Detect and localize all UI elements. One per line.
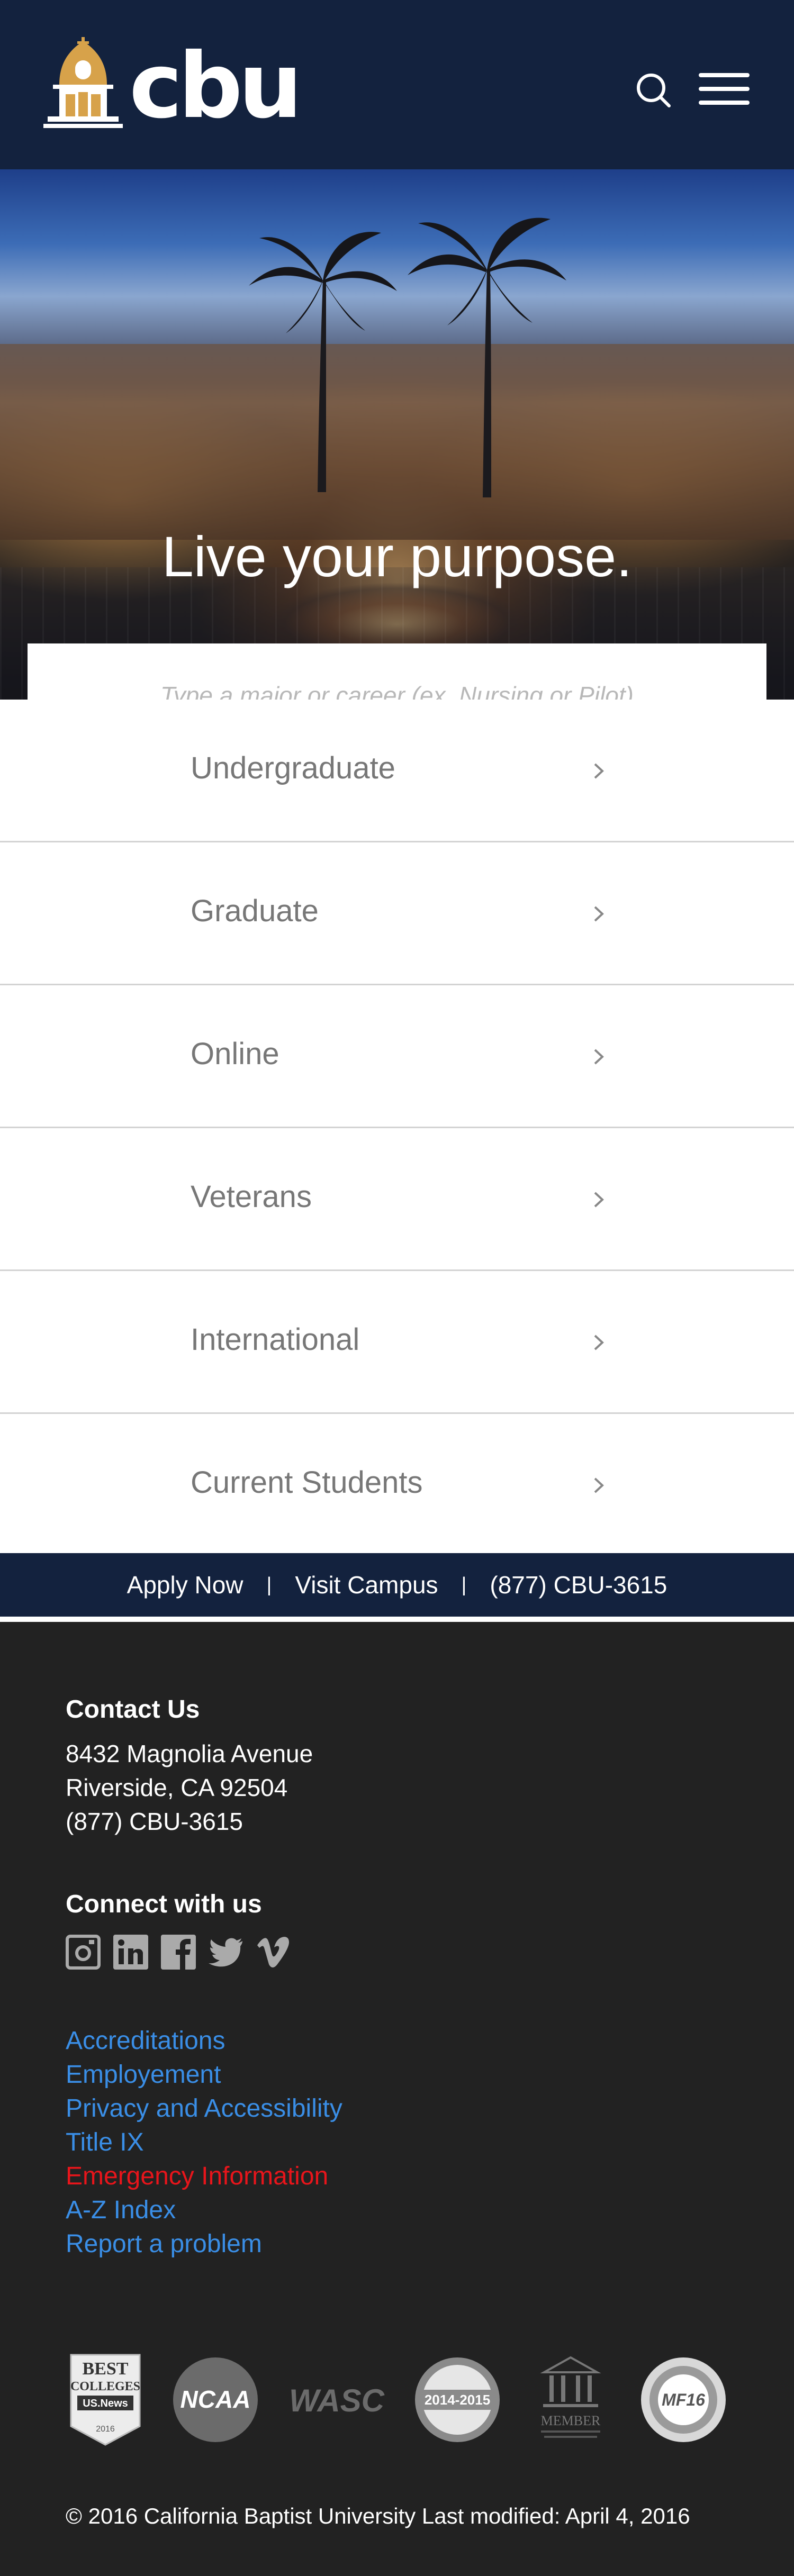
- badge-text: 2014-2015: [425, 2392, 490, 2408]
- apply-now-link[interactable]: Apply Now: [127, 1571, 243, 1599]
- connect-section: Connect with us: [66, 1890, 304, 1970]
- major-search-input[interactable]: [28, 643, 766, 700]
- nav-item-current-students[interactable]: Current Students: [0, 1414, 794, 1553]
- address-line: Riverside, CA 92504: [66, 1774, 288, 1801]
- chevron-right-icon: [594, 1049, 604, 1065]
- nav-item-label: Undergraduate: [191, 751, 395, 785]
- contact-section: Contact Us 8432 Magnolia Avenue Riversid…: [66, 1695, 313, 1838]
- badge-text: MF16: [662, 2390, 705, 2409]
- instagram-icon[interactable]: [66, 1935, 101, 1970]
- connect-heading: Connect with us: [66, 1890, 262, 1918]
- nav-item-undergraduate[interactable]: Undergraduate: [0, 700, 794, 842]
- menu-button[interactable]: [699, 73, 750, 105]
- colleges-of-distinction-badge: 2014-2015: [415, 2357, 500, 2442]
- ncaa-logo: NCAA: [173, 2357, 258, 2442]
- social-links: [66, 1935, 304, 1970]
- employement-link[interactable]: Employement: [66, 2058, 342, 2092]
- search-icon: [637, 74, 671, 107]
- nav-item-international[interactable]: International: [0, 1271, 794, 1414]
- a-z-index-link[interactable]: A-Z Index: [66, 2193, 342, 2227]
- nav-item-label: International: [191, 1322, 360, 1357]
- report-problem-link[interactable]: Report a problem: [66, 2227, 342, 2261]
- hamburger-line: [699, 101, 750, 105]
- cta-separator: |: [461, 1573, 467, 1596]
- program-nav-list: Undergraduate Graduate Online Veterans I…: [0, 700, 794, 1553]
- emergency-information-link[interactable]: Emergency Information: [66, 2160, 342, 2193]
- palm-tree-image: [408, 217, 566, 497]
- badge-text: WASC: [289, 2383, 385, 2418]
- hamburger-line: [699, 87, 750, 91]
- chevron-right-icon: [594, 906, 604, 922]
- search-button[interactable]: [634, 71, 672, 109]
- cta-bar: Apply Now | Visit Campus | (877) CBU-361…: [0, 1553, 794, 1622]
- nav-item-online[interactable]: Online: [0, 985, 794, 1128]
- phone-link[interactable]: (877) CBU-3615: [490, 1571, 667, 1599]
- badge-text: NCAA: [181, 2385, 251, 2413]
- chevron-right-icon: [594, 763, 604, 779]
- footer-links: Accreditations Employement Privacy and A…: [66, 2024, 342, 2261]
- badge-text: US.News: [83, 2398, 128, 2409]
- hero-title: Live your purpose.: [161, 524, 633, 588]
- address-line: 8432 Magnolia Avenue: [66, 1740, 313, 1767]
- accreditation-badges: BEST COLLEGES US.News 2016 NCAA WASC 201…: [66, 2342, 728, 2458]
- cbu-logo[interactable]: cbu: [43, 34, 302, 139]
- badge-text: MEMBER: [540, 2413, 600, 2428]
- contact-heading: Contact Us: [66, 1695, 200, 1724]
- cccu-member-badge: MEMBER: [539, 2356, 601, 2438]
- badge-text: BEST: [83, 2359, 129, 2379]
- badge-text: COLLEGES: [70, 2380, 140, 2393]
- cta-separator: |: [266, 1573, 272, 1596]
- visit-campus-link[interactable]: Visit Campus: [295, 1571, 438, 1599]
- palm-tree-image: [249, 232, 397, 492]
- hero-banner: Live your purpose.: [0, 169, 794, 700]
- bell-tower-icon: [43, 37, 123, 128]
- site-footer: Contact Us 8432 Magnolia Avenue Riversid…: [0, 1622, 794, 2575]
- hero-building-photo: [0, 344, 794, 540]
- site-header: cbu: [0, 0, 794, 169]
- twitter-icon[interactable]: [209, 1935, 243, 1970]
- copyright-text: © 2016 California Baptist University Las…: [66, 2504, 690, 2528]
- chevron-right-icon: [594, 1335, 604, 1350]
- linkedin-icon[interactable]: [113, 1935, 148, 1970]
- nav-item-label: Veterans: [191, 1180, 312, 1214]
- vimeo-icon[interactable]: [256, 1935, 291, 1970]
- badge-text: 2016: [96, 2425, 115, 2434]
- chevron-right-icon: [594, 1192, 604, 1208]
- contact-phone: (877) CBU-3615: [66, 1808, 243, 1835]
- accreditations-link[interactable]: Accreditations: [66, 2024, 342, 2058]
- nav-item-label: Current Students: [191, 1465, 423, 1500]
- nav-item-label: Graduate: [191, 894, 319, 928]
- hamburger-line: [699, 73, 750, 77]
- nav-item-label: Online: [191, 1037, 279, 1071]
- us-news-best-colleges-badge: BEST COLLEGES US.News 2016: [70, 2354, 141, 2446]
- title-ix-link[interactable]: Title IX: [66, 2126, 342, 2160]
- nav-item-veterans[interactable]: Veterans: [0, 1128, 794, 1271]
- chevron-right-icon: [594, 1477, 604, 1493]
- wasc-logo: WASC: [289, 2383, 385, 2418]
- facebook-icon[interactable]: [161, 1935, 196, 1970]
- logo-wordmark: cbu: [129, 34, 302, 139]
- nav-item-graduate[interactable]: Graduate: [0, 842, 794, 985]
- privacy-accessibility-link[interactable]: Privacy and Accessibility: [66, 2092, 342, 2126]
- military-friendly-badge: MF16: [640, 2357, 726, 2442]
